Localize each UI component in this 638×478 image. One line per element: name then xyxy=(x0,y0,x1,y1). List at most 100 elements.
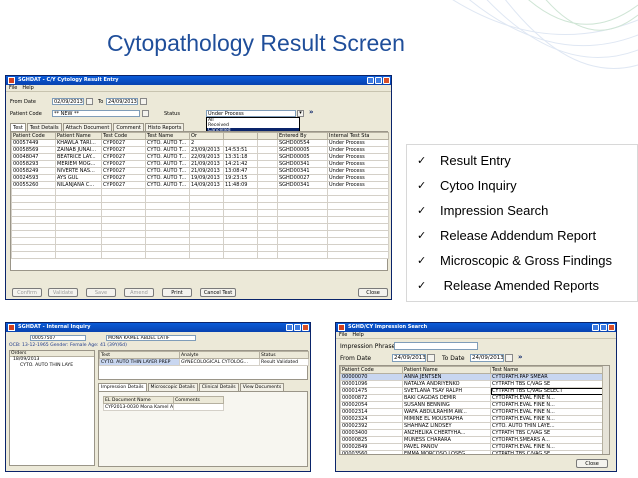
table-cell: 00057449 xyxy=(11,139,56,147)
chevron-down-icon[interactable]: ▾ xyxy=(297,110,304,117)
column-header[interactable]: Patient Code xyxy=(11,132,56,140)
maximize-button[interactable] xyxy=(600,324,607,331)
tab-impression-details[interactable]: Impression Details xyxy=(98,383,147,391)
from-date-field[interactable]: 02/09/2013 xyxy=(52,98,84,105)
column-header[interactable]: Patient Name xyxy=(55,132,102,140)
tab-histo-reports[interactable]: Histo Reports xyxy=(144,123,185,131)
calendar-icon[interactable] xyxy=(505,354,513,362)
table-row[interactable]: 00002054 SUSANN BENNING CYTOPATH.EVAL FINE… xyxy=(340,401,603,409)
results-grid-panel: Patient Code Patient Name Test Code Test Na… xyxy=(10,131,389,271)
from-date-field[interactable]: 24/09/2013 xyxy=(392,354,426,362)
column-header[interactable]: Test Name xyxy=(145,132,190,140)
validate-button[interactable]: Validate xyxy=(48,288,78,297)
table-row[interactable]: 00000825 MUNESS CHARARA CYTOPATH.SMEARS A.… xyxy=(340,436,603,444)
menu-file[interactable]: File xyxy=(9,85,17,91)
empty-row xyxy=(11,209,389,217)
table-cell: CYTOPATH.EVAL FINE N... xyxy=(490,408,603,416)
confirm-button[interactable]: Confirm xyxy=(12,288,42,297)
table-cell: CYTO. AUTO T... xyxy=(145,139,190,147)
table-row[interactable]: 00002324 MIMINE EL MOUSTAPHA CYTOPATH.EVAL… xyxy=(340,415,603,423)
table-row[interactable]: CYP2013-0030 Mona Kamel Abdel xyxy=(103,403,224,411)
column-header[interactable]: Patient Name xyxy=(402,366,491,374)
tab-microscopic-details[interactable]: Microscopic Details xyxy=(147,383,198,391)
patient-id-field[interactable]: 00057507 xyxy=(30,335,86,341)
status-select[interactable]: Under Process xyxy=(206,110,296,117)
column-header[interactable]: Test Name xyxy=(490,366,603,374)
to-date-field[interactable]: 24/09/2013 xyxy=(106,98,138,105)
menu-help[interactable]: Help xyxy=(352,332,363,338)
impression-phrase-input[interactable] xyxy=(394,342,478,350)
table-row[interactable]: 00002849 PAVEL PANOV CYTOPATH.EVAL FINE N.… xyxy=(340,443,603,451)
search-icon[interactable] xyxy=(142,110,149,117)
table-row[interactable]: 00058569 ZAINAB JUNAI... CYP0027 CYTO. AUTO… xyxy=(11,146,389,154)
patient-code-field[interactable]: ** NEW ** xyxy=(52,110,140,117)
tab-attach-document[interactable]: Attach Document xyxy=(62,123,113,131)
calendar-icon[interactable] xyxy=(427,354,435,362)
table-row[interactable]: 00058293 MERIEM MOG... CYP0027 CYTO. AUTO T… xyxy=(11,160,389,168)
table-row[interactable]: 00000872 BAKI CAGDAS DEMIR CYTOPATH.EVAL F… xyxy=(340,394,603,402)
tab-view-documents[interactable]: View Documents xyxy=(239,383,285,391)
checkmark-icon: ✓ xyxy=(417,204,427,217)
table-row[interactable]: 00058249 NIVERTE NAS... CYP0027 CYTO. AUTO … xyxy=(11,167,389,175)
table-row[interactable]: 00002392 SHAHNAZ LINDSEY CYTO. AUTO THIN L… xyxy=(340,422,603,430)
close-window-button[interactable] xyxy=(383,77,390,84)
column-header[interactable] xyxy=(223,132,258,140)
tab-comment[interactable]: Comment xyxy=(113,123,144,131)
column-header[interactable]: Internal Test Sta xyxy=(327,132,389,140)
table-row[interactable]: 00000070 ANNA JENTSEN CYTOPATH.PAP SMEAR xyxy=(340,373,603,381)
tree-item-test[interactable]: CYTO. AUTO THIN LAYE xyxy=(10,363,94,369)
close-window-button[interactable] xyxy=(608,324,615,331)
table-row[interactable]: 00057449 KHAWLA TARI... CYP0027 CYTO. AUTO … xyxy=(11,139,389,147)
table-cell xyxy=(101,230,146,238)
calendar-icon[interactable] xyxy=(140,98,147,105)
search-arrows-icon[interactable]: » xyxy=(518,353,523,361)
print-button[interactable]: Print xyxy=(162,288,192,297)
table-row[interactable]: 00048047 BEATRICE LAY... CYP0027 CYTO. AUTO… xyxy=(11,153,389,161)
go-arrows-icon[interactable]: » xyxy=(309,108,314,116)
table-cell: 00001475 xyxy=(340,387,403,395)
table-row[interactable]: 00055260 NILANJANA C... CYP0027 CYTO. AUTO … xyxy=(11,181,389,189)
tab-test[interactable]: Test xyxy=(10,123,26,131)
patient-name-field[interactable]: MONA KAMEL ABDEL LATIF xyxy=(106,335,196,341)
table-row[interactable]: 00002314 WAFA ABDULRAHIM AW... CYTOPATH.EV… xyxy=(340,408,603,416)
patient-code-label: Patient Code xyxy=(10,111,42,117)
minimize-button[interactable] xyxy=(367,77,374,84)
to-date-field[interactable]: 24/09/2013 xyxy=(470,354,504,362)
vertical-scrollbar[interactable] xyxy=(602,366,609,454)
close-window-button[interactable] xyxy=(302,324,309,331)
tab-clinical-details[interactable]: Clinical Details xyxy=(198,383,239,391)
table-cell: PAVEL PANOV xyxy=(402,443,491,451)
column-header[interactable]: Patient Code xyxy=(340,366,403,374)
table-row[interactable]: 00003400 ANZHELIKA CHERTYHA... CYTPATH TBS… xyxy=(340,429,603,437)
column-header[interactable]: Or xyxy=(189,132,224,140)
table-cell: MIMINE EL MOUSTAPHA xyxy=(402,415,491,423)
close-button[interactable]: Close xyxy=(358,288,388,297)
calendar-icon[interactable] xyxy=(86,98,93,105)
table-header-row: Patient Code Patient Name Test Name xyxy=(340,366,603,374)
table-cell xyxy=(145,251,190,259)
minimize-button[interactable] xyxy=(592,324,599,331)
minimize-button[interactable] xyxy=(286,324,293,331)
checkmark-icon: ✓ xyxy=(417,229,427,242)
table-cell xyxy=(327,230,389,238)
tab-test-details[interactable]: Test Details xyxy=(26,123,62,131)
close-button[interactable]: Close xyxy=(576,459,608,468)
amend-button[interactable]: Amend xyxy=(124,288,154,297)
table-cell xyxy=(327,195,389,203)
table-row[interactable]: 00003560 EMMA MORCOSO LOSEG... CYTPATH TBS… xyxy=(340,450,603,454)
table-row[interactable]: 00001475 SVETLANA TSAY RALPH CYTPATH TBS C… xyxy=(340,387,603,395)
maximize-button[interactable] xyxy=(294,324,301,331)
maximize-button[interactable] xyxy=(375,77,382,84)
table-row[interactable]: CYTO. AUTO THIN LAYER PREP GYNECOLOGICAL… xyxy=(99,358,309,366)
menu-help[interactable]: Help xyxy=(22,85,33,91)
cancel-test-button[interactable]: Cancel Test xyxy=(200,288,236,297)
table-cell: 00002392 xyxy=(340,422,403,430)
column-header[interactable]: Entered By xyxy=(277,132,328,140)
save-button[interactable]: Save xyxy=(86,288,116,297)
table-row[interactable]: 00024593 AYS GUL CYP0027 CYTO. AUTO T... 19/… xyxy=(11,174,389,182)
table-row[interactable]: 00001096 NATALYA ANDRIYENKO CYTPATH TBS C/… xyxy=(340,380,603,388)
menu-file[interactable]: File xyxy=(339,332,347,338)
table-cell: GYNECOLOGICAL CYTOLOG... xyxy=(179,358,260,366)
column-header[interactable]: Test Code xyxy=(101,132,146,140)
column-header[interactable] xyxy=(257,132,278,140)
